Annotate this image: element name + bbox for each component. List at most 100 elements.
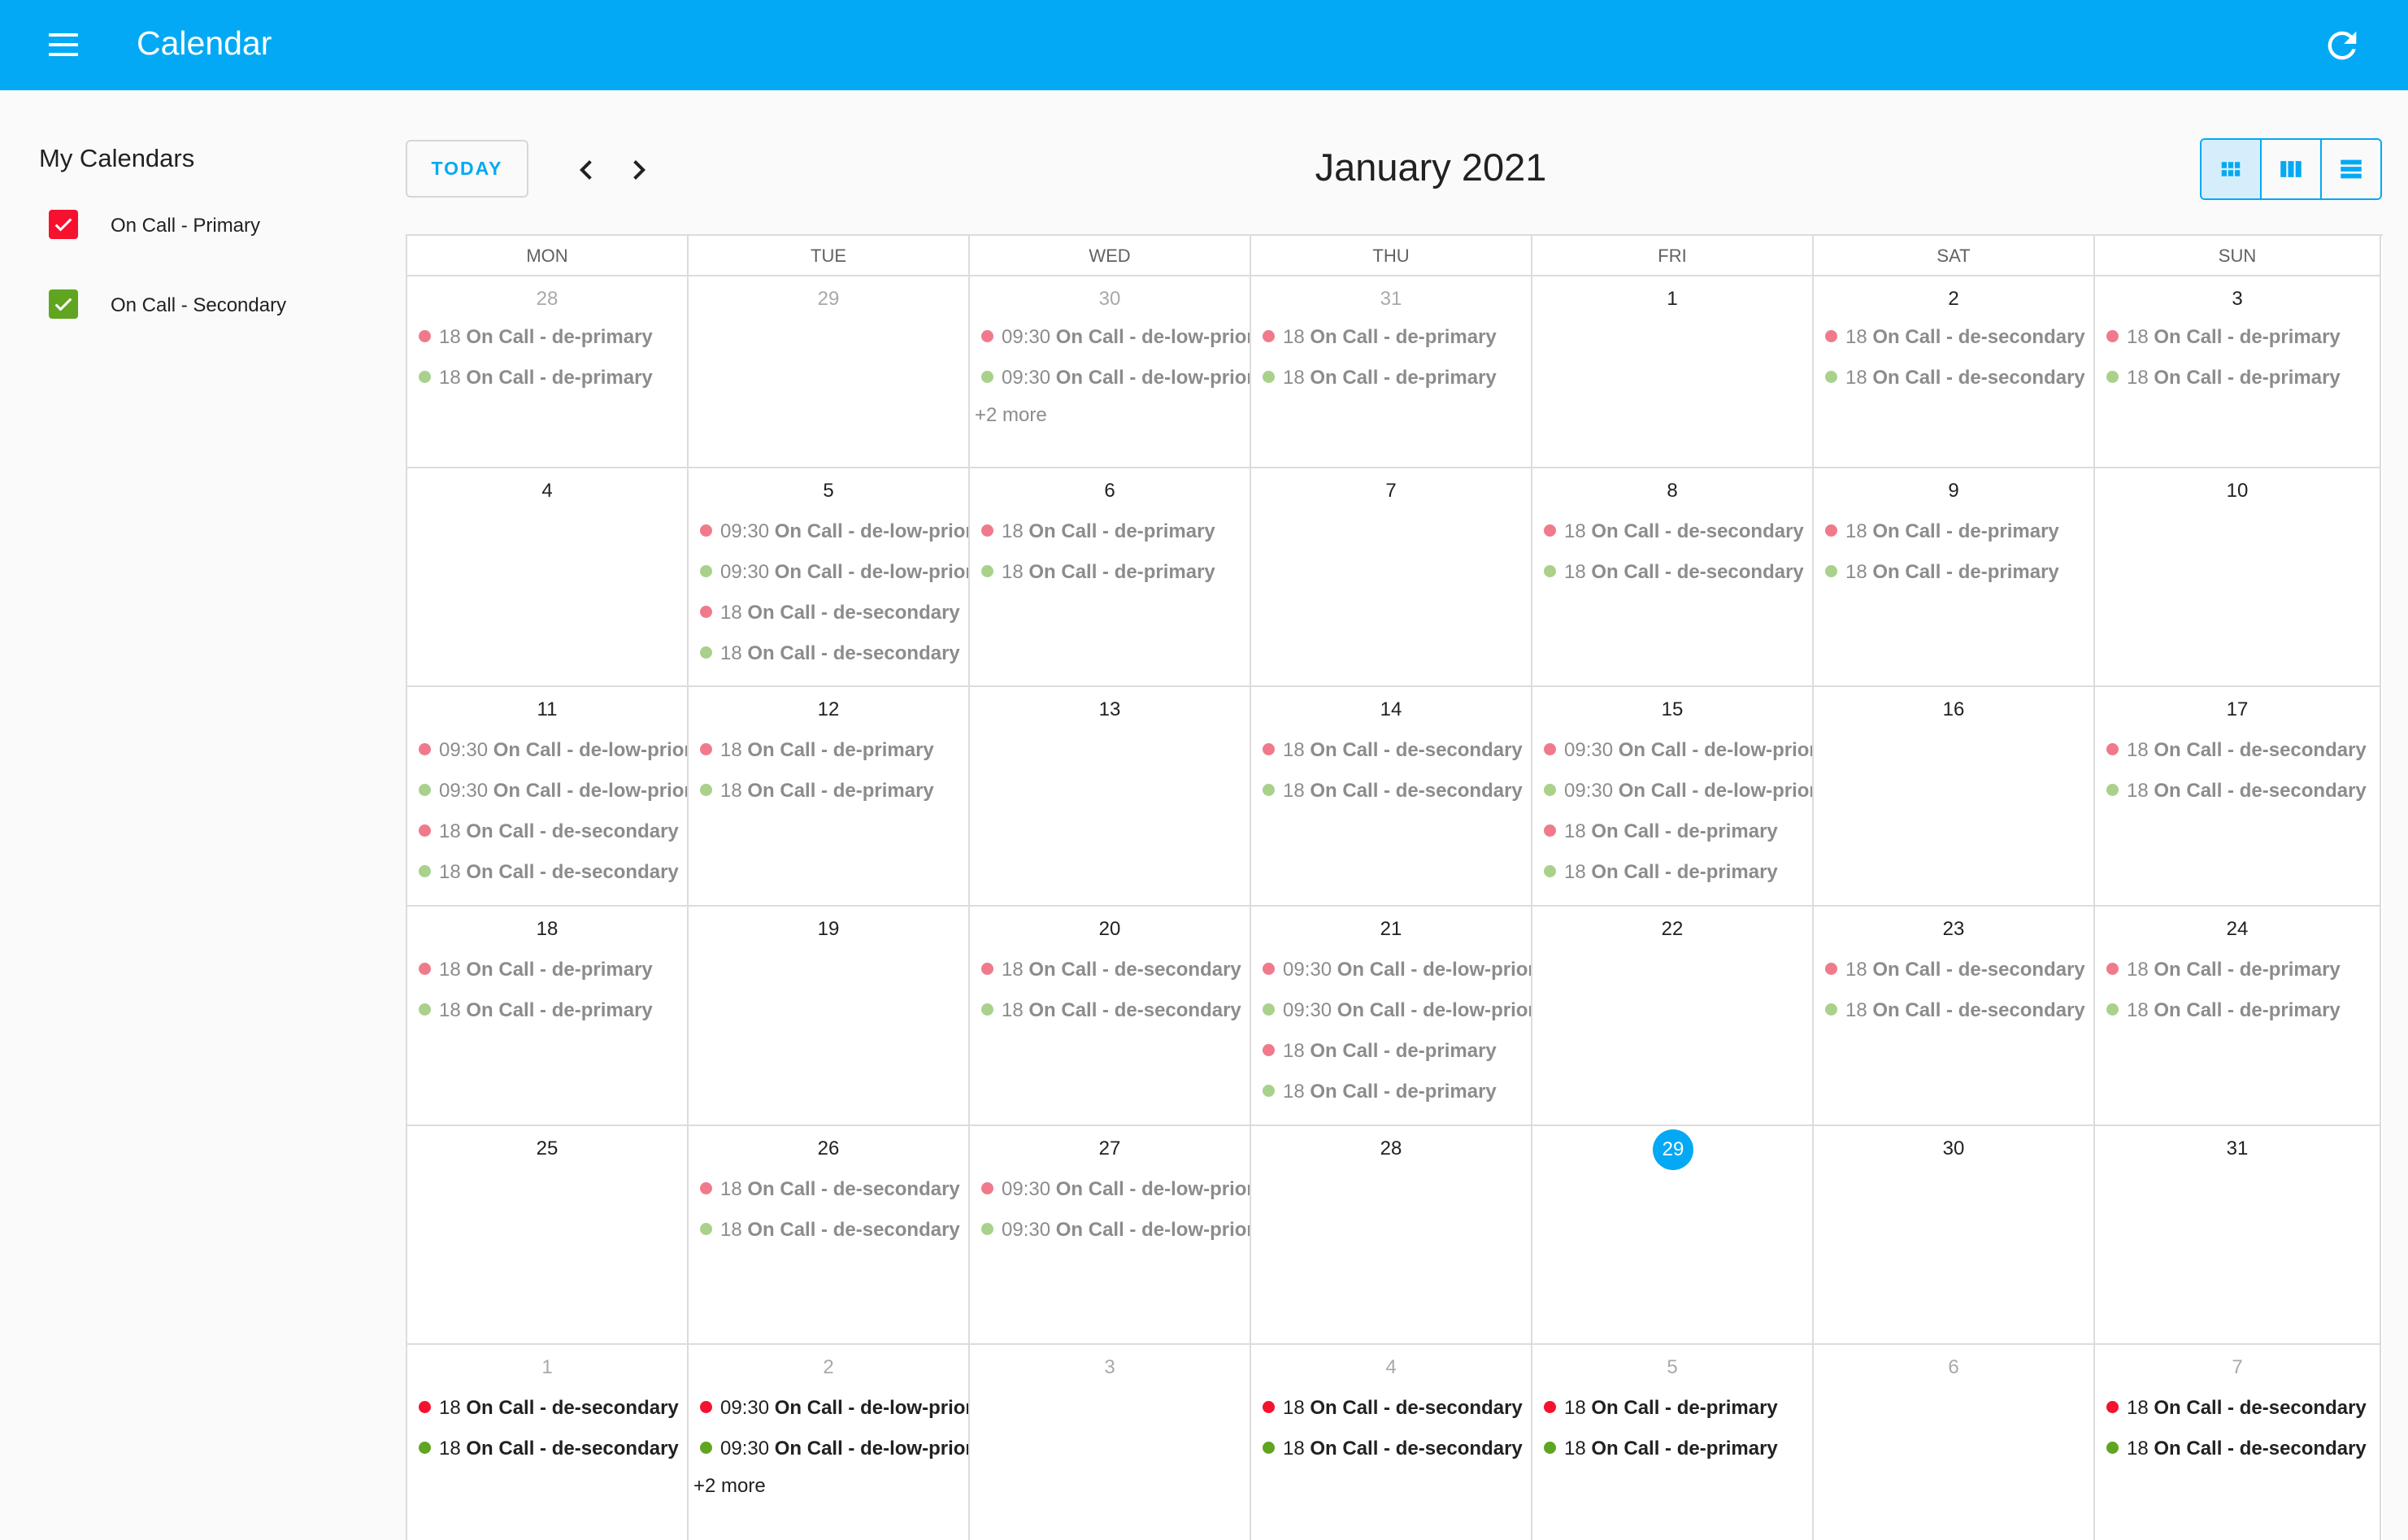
calendar-event[interactable]: 18 On Call - de-secondary <box>1263 1433 1531 1465</box>
calendar-event[interactable]: 18 On Call - de-secondary <box>2106 734 2380 767</box>
day-cell[interactable]: 1 18 On Call - de-secondary 18 On Call - d… <box>407 1345 689 1540</box>
month-view-button[interactable] <box>2202 140 2262 198</box>
day-view-button[interactable] <box>2322 140 2380 198</box>
calendar-event[interactable]: 18 On Call - de-secondary <box>2106 1433 2380 1465</box>
day-cell[interactable]: 2 18 On Call - de-secondary 18 On Call - d… <box>1814 276 2095 468</box>
more-events-link[interactable]: +2 more <box>975 401 1047 430</box>
primary-checkbox[interactable] <box>49 210 78 239</box>
calendar-event[interactable]: 18 On Call - de-primary <box>419 954 687 986</box>
day-number[interactable]: 26 <box>689 1138 968 1160</box>
calendar-event[interactable]: 18 On Call - de-secondary <box>700 1214 968 1246</box>
calendar-event[interactable]: 09:30 On Call - de-low-priority <box>1263 994 1531 1027</box>
calendar-event[interactable]: 18 On Call - de-primary <box>2106 994 2380 1027</box>
day-cell[interactable]: 5 18 On Call - de-primary 18 On Call - de-… <box>1532 1345 1814 1540</box>
day-cell[interactable]: 4 <box>407 468 689 687</box>
day-number[interactable]: 28 <box>407 288 687 311</box>
day-cell[interactable]: 13 <box>970 687 1251 907</box>
day-cell[interactable]: 29 <box>1532 1126 1814 1345</box>
more-events-link[interactable]: +2 more <box>693 1472 766 1501</box>
day-number[interactable]: 31 <box>2095 1138 2380 1160</box>
day-number[interactable]: 7 <box>2095 1356 2380 1379</box>
day-number[interactable]: 5 <box>689 480 968 502</box>
calendar-event[interactable]: 18 On Call - de-primary <box>981 516 1250 548</box>
calendar-event[interactable]: 09:30 On Call - de-low-priority <box>981 362 1250 394</box>
calendar-event[interactable]: 18 On Call - de-primary <box>1263 1076 1531 1108</box>
day-cell[interactable]: 25 <box>407 1126 689 1345</box>
today-button[interactable]: TODAY <box>406 140 528 198</box>
day-number[interactable]: 1 <box>407 1356 687 1379</box>
day-number[interactable]: 22 <box>1532 918 1812 941</box>
calendar-event[interactable]: 09:30 On Call - de-low-priority <box>700 516 968 548</box>
day-number[interactable]: 29 <box>689 288 968 311</box>
calendar-event[interactable]: 18 On Call - de-primary <box>419 321 687 354</box>
day-number[interactable]: 2 <box>1814 288 2093 311</box>
menu-icon[interactable] <box>47 31 80 59</box>
calendar-event[interactable]: 09:30 On Call - de-low-priority <box>1263 954 1531 986</box>
calendar-event[interactable]: 18 On Call - de-primary <box>1263 321 1531 354</box>
day-cell[interactable]: 24 18 On Call - de-primary 18 On Call - de… <box>2095 907 2381 1126</box>
day-cell[interactable]: 6 18 On Call - de-primary 18 On Call - de-… <box>970 468 1251 687</box>
day-cell[interactable]: 17 18 On Call - de-secondary 18 On Call - … <box>2095 687 2381 907</box>
day-number[interactable]: 20 <box>970 918 1250 941</box>
day-number[interactable]: 9 <box>1814 480 2093 502</box>
calendar-event[interactable]: 18 On Call - de-primary <box>1263 1035 1531 1068</box>
day-cell[interactable]: 8 18 On Call - de-secondary 18 On Call - d… <box>1532 468 1814 687</box>
day-number[interactable]: 12 <box>689 698 968 721</box>
day-cell[interactable]: 2709:30 On Call - de-low-priority09:30 O… <box>970 1126 1251 1345</box>
day-cell[interactable]: 12 18 On Call - de-primary 18 On Call - de… <box>689 687 970 907</box>
day-cell[interactable]: 31 18 On Call - de-primary 18 On Call - de… <box>1251 276 1532 468</box>
calendar-event[interactable]: 18 On Call - de-primary <box>2106 362 2380 394</box>
day-cell[interactable]: 509:30 On Call - de-low-priority09:30 On… <box>689 468 970 687</box>
day-cell[interactable]: 3 <box>970 1345 1251 1540</box>
calendar-event[interactable]: 09:30 On Call - de-low-priority <box>981 1173 1250 1206</box>
calendar-event[interactable]: 18 On Call - de-secondary <box>981 954 1250 986</box>
prev-month-button[interactable] <box>567 150 606 189</box>
day-cell[interactable]: 9 18 On Call - de-primary 18 On Call - de-… <box>1814 468 2095 687</box>
day-number[interactable]: 3 <box>2095 288 2380 311</box>
calendar-event[interactable]: 18 On Call - de-secondary <box>1825 321 2093 354</box>
calendar-event[interactable]: 18 On Call - de-secondary <box>419 816 687 848</box>
calendar-event[interactable]: 18 On Call - de-primary <box>1825 516 2093 548</box>
day-cell[interactable]: 23 18 On Call - de-secondary 18 On Call - … <box>1814 907 2095 1126</box>
calendar-event[interactable]: 18 On Call - de-secondary <box>419 1392 687 1425</box>
calendar-event[interactable]: 18 On Call - de-secondary <box>700 1173 968 1206</box>
day-cell[interactable]: 29 <box>689 276 970 468</box>
day-number[interactable]: 1 <box>1532 288 1812 311</box>
day-number[interactable]: 2 <box>689 1356 968 1379</box>
day-number[interactable]: 17 <box>2095 698 2380 721</box>
day-number[interactable]: 8 <box>1532 480 1812 502</box>
day-number[interactable]: 14 <box>1251 698 1531 721</box>
calendar-event[interactable]: 18 On Call - de-primary <box>1544 816 1812 848</box>
calendar-event[interactable]: 18 On Call - de-primary <box>1825 556 2093 589</box>
calendar-event[interactable]: 18 On Call - de-secondary <box>2106 775 2380 807</box>
day-cell[interactable]: 28 <box>1251 1126 1532 1345</box>
day-cell[interactable]: 22 <box>1532 907 1814 1126</box>
day-number[interactable]: 10 <box>2095 480 2380 502</box>
day-cell[interactable]: 14 18 On Call - de-secondary 18 On Call - … <box>1251 687 1532 907</box>
calendar-event[interactable]: 18 On Call - de-secondary <box>981 994 1250 1027</box>
day-cell[interactable]: 1109:30 On Call - de-low-priority09:30 O… <box>407 687 689 907</box>
calendar-event[interactable]: 09:30 On Call - de-low-priority <box>1544 734 1812 767</box>
day-cell[interactable]: 28 18 On Call - de-primary 18 On Call - de… <box>407 276 689 468</box>
week-view-button[interactable] <box>2262 140 2322 198</box>
day-number[interactable]: 6 <box>1814 1356 2093 1379</box>
calendar-event[interactable]: 18 On Call - de-secondary <box>1825 362 2093 394</box>
calendar-event[interactable]: 18 On Call - de-secondary <box>419 1433 687 1465</box>
refresh-icon[interactable] <box>2321 24 2363 67</box>
day-cell[interactable]: 2109:30 On Call - de-low-priority09:30 O… <box>1251 907 1532 1126</box>
day-cell[interactable]: 18 18 On Call - de-primary 18 On Call - de… <box>407 907 689 1126</box>
day-number[interactable]: 30 <box>970 288 1250 311</box>
secondary-checkbox[interactable] <box>49 289 78 319</box>
calendar-event[interactable]: 18 On Call - de-primary <box>1544 1392 1812 1425</box>
calendar-event[interactable]: 18 On Call - de-secondary <box>1263 775 1531 807</box>
calendar-item-primary[interactable]: On Call - Primary <box>49 210 358 246</box>
day-number[interactable]: 18 <box>407 918 687 941</box>
calendar-event[interactable]: 09:30 On Call - de-low-priority <box>981 321 1250 354</box>
calendar-event[interactable]: 09:30 On Call - de-low-priority <box>419 775 687 807</box>
day-cell[interactable]: 10 <box>2095 468 2381 687</box>
calendar-event[interactable]: 18 On Call - de-secondary <box>1263 734 1531 767</box>
calendar-event[interactable]: 18 On Call - de-primary <box>1544 856 1812 889</box>
day-cell[interactable]: 30 09:30 On Call - de-low-priority 09:30 O… <box>970 276 1251 468</box>
calendar-event[interactable]: 09:30 On Call - de-low-priority <box>700 1392 968 1425</box>
day-cell[interactable]: 7 18 On Call - de-secondary 18 On Call - d… <box>2095 1345 2381 1540</box>
